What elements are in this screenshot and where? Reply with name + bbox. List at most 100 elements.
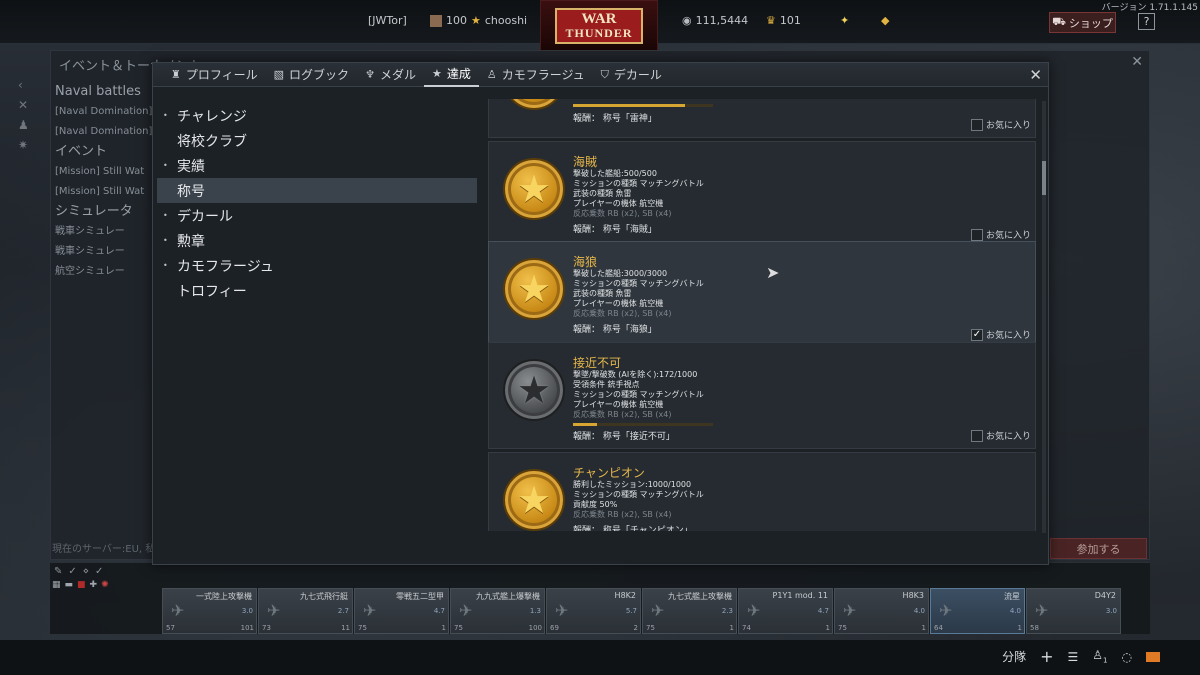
vehicle-footer: 75 1 bbox=[838, 624, 926, 632]
vehicle-slot[interactable]: ✈ H8K2 5.7 69 2 bbox=[546, 588, 641, 634]
tab-achievement[interactable]: ★ 達成 bbox=[423, 63, 479, 87]
reward-text: 報酬： 称号「雷神」 bbox=[573, 114, 657, 124]
close-icon[interactable]: ✕ bbox=[1029, 66, 1042, 84]
join-button[interactable]: 参加する bbox=[1050, 538, 1147, 559]
flag-ussr-icon[interactable]: ■ bbox=[77, 580, 86, 590]
achievement-card[interactable]: ★ 海狼 撃破した艦船:3000/3000 ミッションの種類 マッチングバトル 武装の種… bbox=[488, 241, 1036, 348]
silver-lions[interactable]: ◉ 111,5444 bbox=[682, 14, 748, 27]
tab-medal[interactable]: ♆ メダル bbox=[357, 63, 424, 87]
condition-line: 受領条件 銃手視点 bbox=[573, 380, 640, 389]
sidebar-item[interactable]: • 実績 bbox=[157, 153, 477, 178]
favorite-checkbox[interactable]: ✓ bbox=[970, 328, 983, 341]
achievement-card[interactable]: ★ チャンピオン 勝利したミッション:1000/1000 ミッションの種類 マッチング… bbox=[488, 452, 1036, 531]
back-arrow-icon[interactable]: ‹ bbox=[18, 78, 34, 98]
vehicle-slot[interactable]: ✈ 九九式艦上爆撃機 1.3 75 100 bbox=[450, 588, 545, 634]
tab-brush[interactable]: ♙ カモフラージュ bbox=[479, 63, 593, 87]
game-logo[interactable]: WAR THUNDER bbox=[540, 0, 658, 52]
soldier-icon[interactable]: ♟ bbox=[18, 118, 34, 138]
tab-label: 達成 bbox=[446, 67, 471, 81]
progress-fill bbox=[573, 423, 597, 426]
favorite-checkbox[interactable] bbox=[970, 429, 983, 442]
achievement-card[interactable]: ★ 報酬： 称号「雷神」お気に入り bbox=[488, 99, 1036, 138]
scrollbar-thumb[interactable] bbox=[1042, 161, 1046, 195]
sidebar-item[interactable]: • カモフラージュ bbox=[157, 253, 477, 278]
sidebar-item[interactable]: • 勲章 bbox=[157, 228, 477, 253]
events-close-icon[interactable]: ✕ bbox=[1131, 54, 1143, 70]
help-button[interactable]: ? bbox=[1138, 13, 1155, 30]
chat-icon[interactable]: ◌ bbox=[1122, 650, 1132, 664]
tab-decal[interactable]: ⛉ デカール bbox=[593, 63, 670, 87]
vehicle-slot[interactable]: ✈ 一式陸上攻撃機 3.0 57 101 bbox=[162, 588, 257, 634]
achievement-card[interactable]: ★ 海賊 撃破した艦船:500/500 ミッションの種類 マッチングバトル 武装の種類 … bbox=[488, 141, 1036, 248]
sidebar-item[interactable]: • チャレンジ bbox=[157, 103, 477, 128]
achievement-card[interactable]: ★ 接近不可 撃墜/撃破数 (AIを除く):172/1000 受領条件 銃手視点 ミッシ… bbox=[488, 342, 1036, 449]
events-list-item[interactable]: [Mission] Still Wat bbox=[55, 162, 155, 182]
squad-label[interactable]: 分隊 bbox=[1002, 648, 1026, 665]
crew-value: 64 bbox=[934, 624, 943, 632]
golden-eagles[interactable]: ♛ 101 bbox=[766, 14, 801, 27]
vehicle-slot[interactable]: ✈ 九七式飛行艇 2.7 73 11 bbox=[258, 588, 353, 634]
crossed-swords-icon[interactable]: ✕ bbox=[18, 98, 34, 118]
tab-logbook[interactable]: ▧ ログブック bbox=[266, 63, 357, 87]
contacts-icon[interactable]: ♙1 bbox=[1092, 648, 1107, 664]
add-squad-button[interactable]: + bbox=[1040, 647, 1053, 666]
sidebar-item[interactable]: 将校クラブ bbox=[157, 128, 477, 153]
favorite-toggle[interactable]: お気に入り bbox=[970, 228, 1031, 241]
repair-value: 2 bbox=[633, 624, 638, 632]
vehicle-slot[interactable]: ✈ P1Y1 mod. 11 4.7 74 1 bbox=[738, 588, 833, 634]
flag-japan-icon[interactable]: ✺ bbox=[101, 580, 109, 590]
events-list-item[interactable]: 航空シミュレー bbox=[55, 262, 155, 282]
favorite-checkbox[interactable] bbox=[970, 228, 983, 241]
filter-icon[interactable]: ⋄ bbox=[83, 566, 89, 577]
favorite-toggle[interactable]: お気に入り bbox=[970, 118, 1031, 131]
tab-label: デカール bbox=[613, 68, 662, 82]
events-list-item[interactable]: [Naval Domination] bbox=[55, 122, 155, 142]
hint-bulb-icon[interactable]: ✦ bbox=[840, 14, 849, 27]
flag-uk-icon[interactable]: ✚ bbox=[90, 580, 98, 590]
condition-line: ミッションの種類 マッチングバトル bbox=[573, 179, 704, 188]
events-list-item[interactable]: 戦車シミュレー bbox=[55, 222, 155, 242]
crew-value: 75 bbox=[838, 624, 847, 632]
favorite-toggle[interactable]: ✓ お気に入り bbox=[970, 328, 1031, 341]
events-list-item[interactable]: 戦車シミュレー bbox=[55, 242, 155, 262]
logo-line-1: WAR bbox=[581, 11, 617, 27]
favorite-toggle[interactable]: お気に入り bbox=[970, 429, 1031, 442]
events-list-item[interactable]: [Naval Domination] bbox=[55, 102, 155, 122]
premium-diamond-icon[interactable]: ◆ bbox=[881, 14, 889, 27]
sidebar-item[interactable]: トロフィー bbox=[157, 278, 477, 303]
crew-value: 57 bbox=[166, 624, 175, 632]
repair-value: 1 bbox=[825, 624, 830, 632]
reward-text: 報酬： 称号「チャンピオン」 bbox=[573, 526, 693, 531]
sidebar-item[interactable]: • デカール bbox=[157, 203, 477, 228]
vehicle-slot[interactable]: ✈ D4Y2 3.0 58 bbox=[1026, 588, 1121, 634]
battle-rating: 3.0 bbox=[1105, 607, 1117, 615]
crew-value: 69 bbox=[550, 624, 559, 632]
achievement-title: 海狼 bbox=[573, 255, 598, 269]
favorite-checkbox[interactable] bbox=[970, 118, 983, 131]
check-icon-2[interactable]: ✓ bbox=[95, 566, 103, 577]
events-list-item[interactable]: [Mission] Still Wat bbox=[55, 182, 155, 202]
brush-icon: ♙ bbox=[486, 68, 497, 81]
star-box-icon[interactable]: ✷ bbox=[18, 138, 34, 158]
flag-usa-icon[interactable]: ▦ bbox=[52, 580, 61, 590]
check-icon[interactable]: ✓ bbox=[68, 566, 76, 577]
vehicle-slot[interactable]: ✈ 零戦五二型甲 4.7 75 1 bbox=[354, 588, 449, 634]
sidebar-item-label: 将校クラブ bbox=[177, 133, 247, 150]
sidebar-item[interactable]: 称号 bbox=[157, 178, 477, 203]
battle-rating: 4.7 bbox=[817, 607, 829, 615]
wrench-icon[interactable]: ✎ bbox=[54, 566, 62, 577]
mail-icon[interactable] bbox=[1146, 651, 1160, 662]
vehicle-slot[interactable]: ✈ 流星 4.0 64 1 bbox=[930, 588, 1025, 634]
flag-germany-icon[interactable]: ▬ bbox=[65, 580, 74, 590]
condition-line: 貢献度 50% bbox=[573, 500, 618, 509]
tab-label: カモフラージュ bbox=[501, 68, 585, 82]
player-info[interactable]: 100 ★ chooshi bbox=[430, 14, 527, 27]
achievement-conditions: 勝利したミッション:1000/1000 ミッションの種類 マッチングバトル 貢献度 … bbox=[573, 480, 704, 520]
shop-button[interactable]: ⛟ ショップ bbox=[1049, 12, 1116, 33]
vehicle-slot[interactable]: ✈ H8K3 4.0 75 1 bbox=[834, 588, 929, 634]
list-icon[interactable]: ☰ bbox=[1068, 650, 1079, 664]
star-icon: ★ bbox=[516, 267, 552, 311]
tab-profile[interactable]: ♜ プロフィール bbox=[163, 63, 266, 87]
vehicle-slot[interactable]: ✈ 九七式艦上攻撃機 2.3 75 1 bbox=[642, 588, 737, 634]
list-scrollbar[interactable] bbox=[1042, 101, 1046, 533]
